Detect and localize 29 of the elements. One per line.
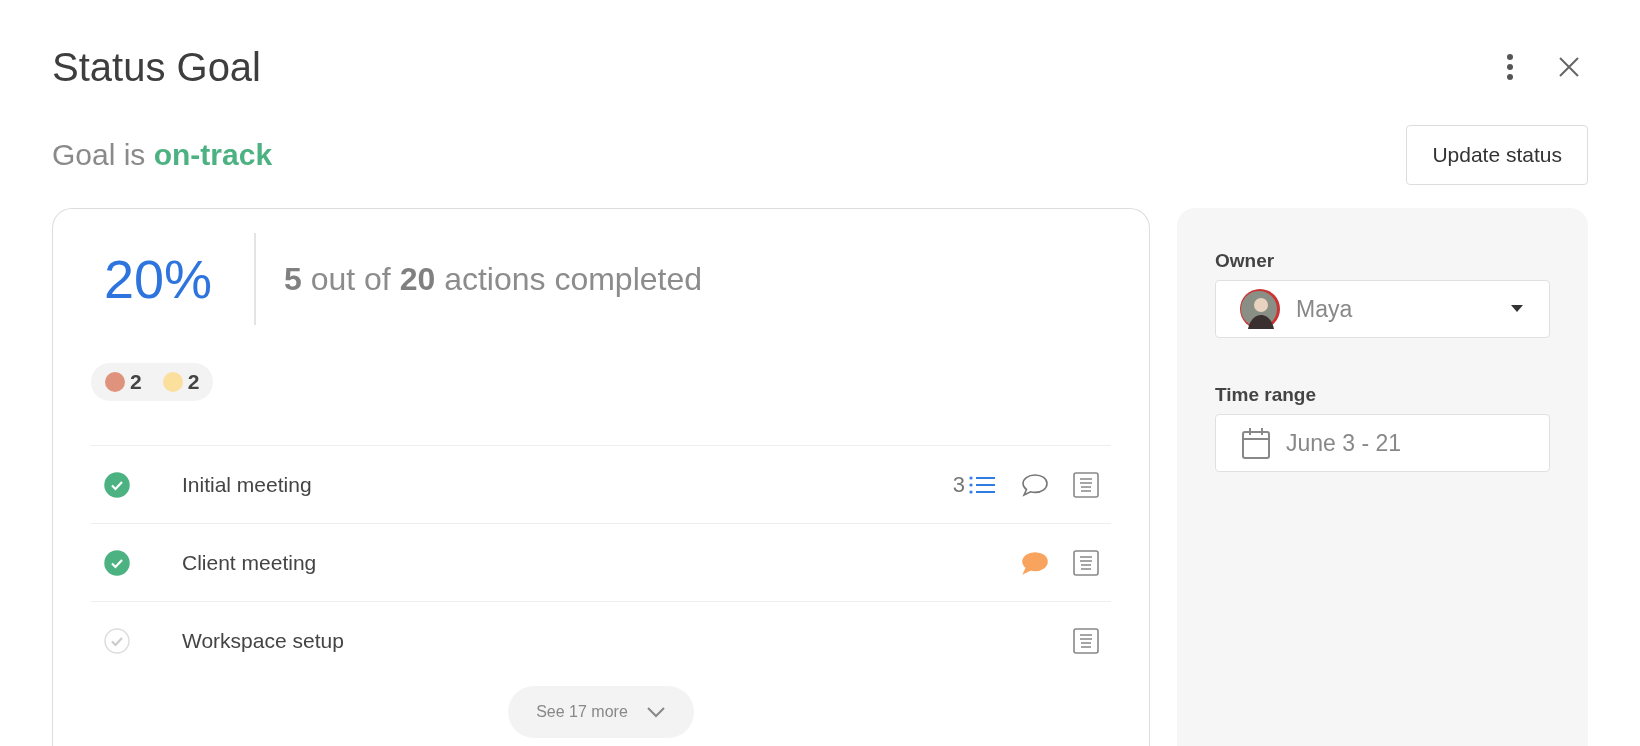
dialog-title: Status Goal xyxy=(52,44,261,90)
close-icon[interactable] xyxy=(1558,56,1580,78)
field-label: Time range xyxy=(1215,384,1317,406)
avatar-icon xyxy=(1240,289,1280,329)
field-label: Owner xyxy=(1215,250,1275,272)
flag-count: 2 xyxy=(130,370,142,394)
notes-icon[interactable] xyxy=(1073,627,1099,654)
action-title[interactable]: Client meeting xyxy=(182,550,995,575)
actions-summary: 5 out of 20 actions completed xyxy=(284,260,703,298)
owner-select[interactable]: Maya xyxy=(1215,280,1550,338)
action-title[interactable]: Initial meeting xyxy=(182,472,953,497)
chevron-down-icon xyxy=(645,706,666,718)
checklist-icon[interactable] xyxy=(969,474,995,495)
more-options-icon[interactable] xyxy=(1506,54,1514,80)
calendar-icon xyxy=(1242,427,1270,459)
date-range-field[interactable]: June 3 - 21 xyxy=(1215,414,1550,472)
check-icon[interactable] xyxy=(104,471,130,498)
check-icon[interactable] xyxy=(104,549,130,576)
goal-status: Goal is on-track xyxy=(52,138,273,172)
caret-icon xyxy=(1511,305,1523,313)
comment-icon[interactable] xyxy=(1021,472,1049,497)
notes-icon[interactable] xyxy=(1073,549,1099,576)
flag-count: 2 xyxy=(187,370,200,394)
notes-icon[interactable] xyxy=(1073,471,1099,498)
percent-complete: 20% xyxy=(103,248,214,310)
update-status-button[interactable]: Update status xyxy=(1406,125,1588,185)
comment-icon[interactable] xyxy=(1021,550,1049,575)
action-title[interactable]: Workspace setup xyxy=(182,628,1049,653)
subtask-count: 3 xyxy=(952,471,965,498)
